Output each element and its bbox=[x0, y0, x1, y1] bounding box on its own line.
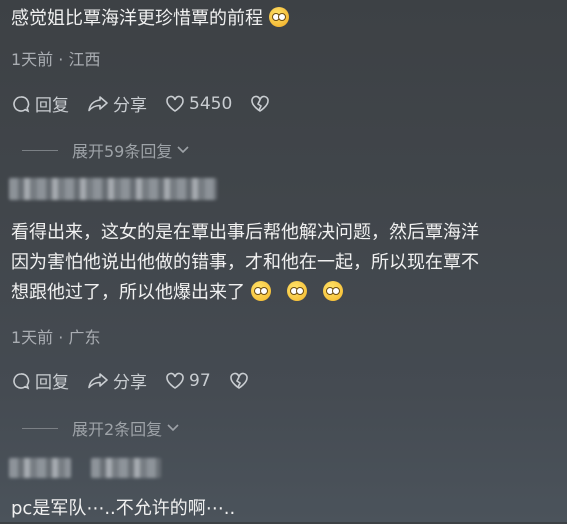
comment-2-line-3: 想跟他过了，所以他爆出来了 bbox=[11, 278, 479, 308]
comment-1-text: 感觉姐比覃海洋更珍惜覃的前程 bbox=[11, 8, 263, 29]
comment-2-actions: 回复 分享 97 bbox=[11, 368, 271, 393]
divider-line bbox=[22, 149, 58, 151]
expand-replies-1[interactable]: 展开59条回复 bbox=[22, 138, 190, 162]
dislike-button[interactable] bbox=[250, 95, 274, 113]
comment-2-line-3-text: 想跟他过了，所以他爆出来了 bbox=[11, 282, 245, 303]
comment-1-meta: 1天前 · 江西 bbox=[11, 50, 101, 69]
broken-heart-icon bbox=[229, 372, 248, 389]
rolling-eyes-emoji-icon bbox=[287, 281, 307, 301]
like-count: 97 bbox=[189, 370, 211, 391]
reply-icon bbox=[13, 95, 30, 113]
chevron-down-icon bbox=[177, 146, 189, 154]
heart-icon bbox=[166, 95, 184, 112]
comment-1: 感觉姐比覃海洋更珍惜覃的前程 bbox=[11, 4, 295, 34]
divider-line bbox=[22, 427, 58, 429]
reply-icon bbox=[13, 372, 30, 390]
like-button[interactable]: 5450 bbox=[165, 94, 232, 114]
comment-3-text: pc是军队⋯..不允许的啊⋯.. bbox=[11, 498, 236, 519]
like-count: 5450 bbox=[189, 93, 233, 114]
share-icon bbox=[88, 372, 108, 388]
like-button[interactable]: 97 bbox=[165, 371, 211, 391]
blurred-username-tag bbox=[91, 458, 161, 478]
reply-button[interactable]: 回复 bbox=[11, 368, 69, 393]
expand-label: 展开59条回复 bbox=[72, 142, 173, 161]
rolling-eyes-emoji-icon bbox=[251, 281, 271, 301]
comment-2: 看得出来，这女的是在覃出事后帮他解决问题，然后覃海洋 因为害怕他说出他做的错事，… bbox=[11, 218, 479, 308]
share-button[interactable]: 分享 bbox=[87, 91, 147, 116]
blurred-username bbox=[9, 178, 217, 200]
expand-label: 展开2条回复 bbox=[72, 420, 163, 439]
reply-label: 回复 bbox=[35, 96, 69, 116]
heart-icon bbox=[166, 372, 184, 389]
reply-button[interactable]: 回复 bbox=[11, 91, 69, 116]
laughing-emoji-icon bbox=[269, 7, 289, 27]
expand-replies-2[interactable]: 展开2条回复 bbox=[22, 416, 180, 440]
share-icon bbox=[88, 95, 108, 111]
broken-heart-icon bbox=[251, 95, 270, 112]
share-button[interactable]: 分享 bbox=[87, 368, 147, 393]
comment-1-actions: 回复 分享 5450 bbox=[11, 91, 292, 116]
rolling-eyes-emoji-icon bbox=[323, 281, 343, 301]
share-label: 分享 bbox=[113, 96, 147, 116]
comment-2-line-1: 看得出来，这女的是在覃出事后帮他解决问题，然后覃海洋 bbox=[11, 222, 479, 243]
share-label: 分享 bbox=[113, 373, 147, 393]
comment-2-line-2: 因为害怕他说出他做的错事，才和他在一起，所以现在覃不 bbox=[11, 252, 479, 273]
chevron-down-icon bbox=[167, 424, 179, 432]
blurred-username bbox=[9, 458, 71, 478]
reply-label: 回复 bbox=[35, 373, 69, 393]
dislike-button[interactable] bbox=[229, 372, 253, 390]
comment-2-meta: 1天前 · 广东 bbox=[11, 328, 101, 347]
